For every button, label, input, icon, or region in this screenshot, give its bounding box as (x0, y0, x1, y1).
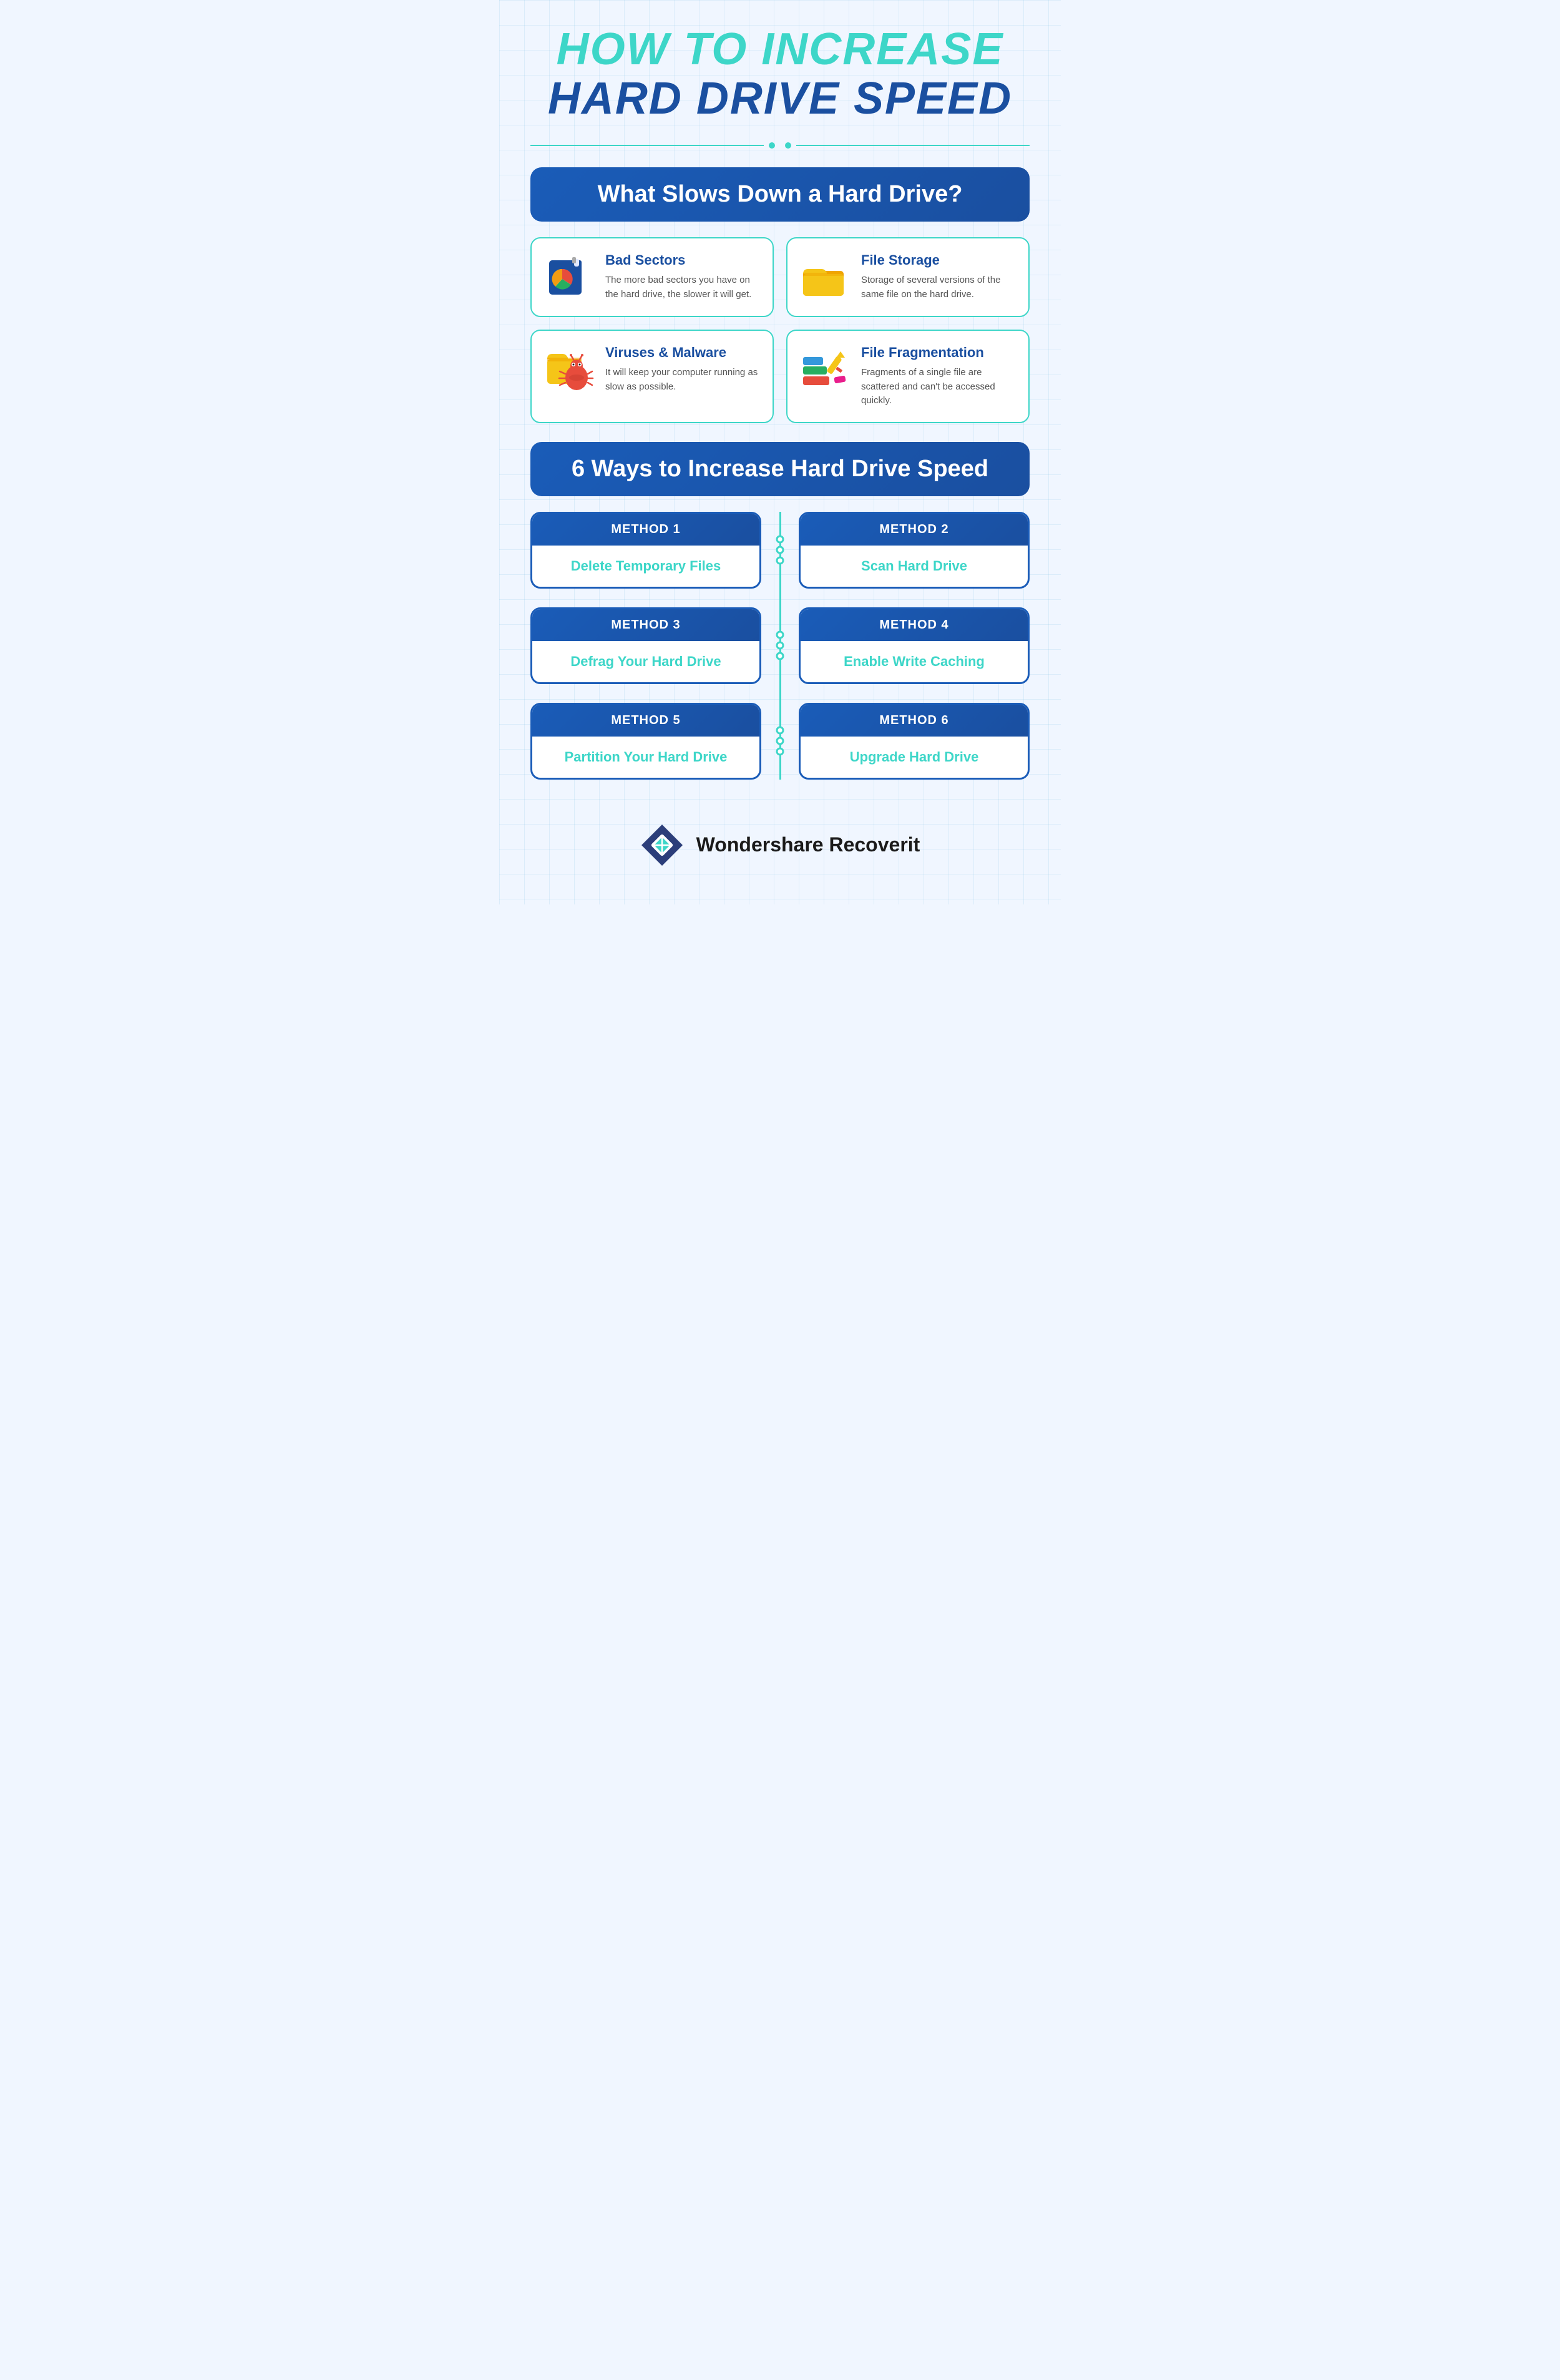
file-storage-text: File Storage Storage of several versions… (861, 252, 1016, 301)
title-line1: HOW TO INCREASE (530, 25, 1030, 74)
file-storage-desc: Storage of several versions of the same … (861, 273, 1016, 301)
methods-wrapper: METHOD 1 Delete Temporary Files METHOD 2… (530, 512, 1030, 780)
row-connector-1 (776, 536, 784, 565)
method3-header: METHOD 3 (532, 609, 759, 641)
title-line2: HARD DRIVE SPEED (530, 74, 1030, 124)
slows-down-header: What Slows Down a Hard Drive? (530, 167, 1030, 222)
connector-dot-3a (776, 727, 784, 735)
viruses-desc: It will keep your computer running as sl… (605, 366, 760, 394)
method1-header: METHOD 1 (532, 514, 759, 546)
ways-section: 6 Ways to Increase Hard Drive Speed METH… (530, 442, 1030, 780)
viruses-card: Viruses & Malware It will keep your comp… (530, 330, 774, 423)
bad-sectors-title: Bad Sectors (605, 252, 760, 268)
row-connector-3 (776, 727, 784, 756)
main-title: HOW TO INCREASE HARD DRIVE SPEED (530, 25, 1030, 124)
method2-box: METHOD 2 Scan Hard Drive (799, 512, 1030, 589)
wondershare-logo-icon (640, 823, 684, 867)
method-row-1: METHOD 1 Delete Temporary Files METHOD 2… (530, 512, 1030, 589)
method4-box: METHOD 4 Enable Write Caching (799, 607, 1030, 684)
method5-body: Partition Your Hard Drive (532, 737, 759, 778)
method-row-3: METHOD 5 Partition Your Hard Drive METHO… (530, 703, 1030, 780)
method5-label: METHOD 5 (611, 713, 680, 727)
method3-name: Defrag Your Hard Drive (570, 654, 721, 669)
ways-title: 6 Ways to Increase Hard Drive Speed (549, 456, 1011, 482)
method1-label: METHOD 1 (611, 522, 680, 536)
connector-dot-3c (776, 748, 784, 756)
deco-dot-left (769, 142, 775, 149)
slowdown-cards-grid: Bad Sectors The more bad sectors you hav… (530, 237, 1030, 423)
bad-sectors-card: Bad Sectors The more bad sectors you hav… (530, 237, 774, 317)
connector-dot-2a (776, 631, 784, 639)
file-fragmentation-icon (800, 345, 850, 394)
method4-name: Enable Write Caching (844, 654, 985, 669)
connector-dot-2c (776, 652, 784, 660)
file-fragmentation-title: File Fragmentation (861, 345, 1016, 361)
method1-body: Delete Temporary Files (532, 546, 759, 587)
logo-name: Wondershare Recoverit (696, 833, 920, 856)
connector-dot-1c (776, 557, 784, 565)
connector-dot-3b (776, 737, 784, 745)
connector-dot-1a (776, 536, 784, 544)
file-storage-icon (800, 252, 850, 302)
deco-dot-right (785, 142, 791, 149)
decorative-line (530, 142, 1030, 149)
file-fragmentation-text: File Fragmentation Fragments of a single… (861, 345, 1016, 408)
method1-name: Delete Temporary Files (571, 558, 721, 574)
method-row-2: METHOD 3 Defrag Your Hard Drive METHOD 4… (530, 607, 1030, 684)
method2-header: METHOD 2 (801, 514, 1028, 546)
row-connector-2 (776, 631, 784, 660)
file-storage-title: File Storage (861, 252, 1016, 268)
method3-body: Defrag Your Hard Drive (532, 641, 759, 682)
file-storage-card: File Storage Storage of several versions… (786, 237, 1030, 317)
viruses-title: Viruses & Malware (605, 345, 760, 361)
ways-header: 6 Ways to Increase Hard Drive Speed (530, 442, 1030, 496)
method4-header: METHOD 4 (801, 609, 1028, 641)
bad-sectors-icon (544, 252, 594, 302)
method3-label: METHOD 3 (611, 618, 680, 632)
method5-name: Partition Your Hard Drive (565, 749, 728, 765)
connector-dot-1b (776, 546, 784, 554)
method5-header: METHOD 5 (532, 705, 759, 737)
method6-box: METHOD 6 Upgrade Hard Drive (799, 703, 1030, 780)
viruses-text: Viruses & Malware It will keep your comp… (605, 345, 760, 394)
bad-sectors-text: Bad Sectors The more bad sectors you hav… (605, 252, 760, 301)
method6-body: Upgrade Hard Drive (801, 737, 1028, 778)
method2-name: Scan Hard Drive (861, 558, 967, 574)
method2-label: METHOD 2 (879, 522, 948, 536)
method5-box: METHOD 5 Partition Your Hard Drive (530, 703, 761, 780)
method4-body: Enable Write Caching (801, 641, 1028, 682)
file-fragmentation-desc: Fragments of a single file are scattered… (861, 366, 1016, 408)
slows-down-title: What Slows Down a Hard Drive? (549, 181, 1011, 208)
method1-box: METHOD 1 Delete Temporary Files (530, 512, 761, 589)
connector-dot-2b (776, 642, 784, 650)
method4-label: METHOD 4 (879, 618, 948, 632)
logo-section: Wondershare Recoverit (530, 811, 1030, 867)
bad-sectors-desc: The more bad sectors you have on the har… (605, 273, 760, 301)
method6-name: Upgrade Hard Drive (850, 749, 979, 765)
viruses-icon (544, 345, 594, 394)
file-fragmentation-card: File Fragmentation Fragments of a single… (786, 330, 1030, 423)
method6-header: METHOD 6 (801, 705, 1028, 737)
method3-box: METHOD 3 Defrag Your Hard Drive (530, 607, 761, 684)
method2-body: Scan Hard Drive (801, 546, 1028, 587)
method6-label: METHOD 6 (879, 713, 948, 727)
